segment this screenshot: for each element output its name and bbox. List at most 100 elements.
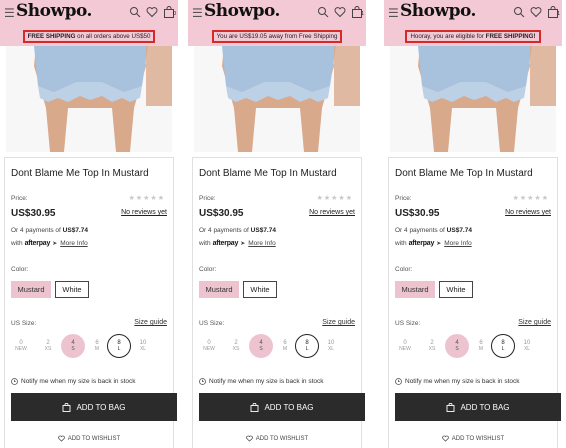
with-label: with [199, 240, 211, 247]
product-title: Dont Blame Me Top In Mustard [11, 168, 149, 179]
add-to-wishlist-button[interactable]: ADD TO WISHLIST [5, 435, 173, 442]
heart-icon [58, 435, 65, 442]
search-icon[interactable] [129, 6, 141, 18]
hamburger-menu-icon[interactable]: ☰ [192, 6, 203, 20]
clock-icon [199, 378, 206, 385]
product-title: Dont Blame Me Top In Mustard [395, 168, 533, 179]
size-code: M [94, 346, 100, 352]
size-option-10[interactable]: 10 XL [515, 334, 539, 358]
size-option-4-selected[interactable]: 4S [61, 334, 85, 358]
size-option-2[interactable]: 2 XS [224, 334, 248, 358]
product-image[interactable] [6, 46, 172, 152]
reviews-link[interactable]: No reviews yet [309, 209, 355, 216]
color-swatch-white[interactable]: White [55, 281, 89, 298]
heart-icon[interactable] [530, 6, 542, 18]
add-to-bag-button[interactable]: ADD TO BAG [199, 393, 365, 421]
size-code: XS [232, 346, 240, 352]
size-code: M [478, 346, 484, 352]
search-icon[interactable] [317, 6, 329, 18]
hamburger-menu-icon[interactable]: ☰ [4, 6, 15, 20]
installments-amount: US$7.74 [250, 227, 276, 234]
product-photo-graphic [6, 46, 172, 152]
color-swatch-white[interactable]: White [439, 281, 473, 298]
size-option-10[interactable]: 10 XL [131, 334, 155, 358]
afterpay-row: with afterpay ➤ More Info [395, 240, 472, 247]
size-option-6[interactable]: 6M [85, 334, 109, 358]
shipping-message: You are US$19.05 away from Free Shipping [211, 30, 343, 43]
size-option-8[interactable]: 8L [491, 334, 515, 358]
price-label: Price: [199, 195, 216, 202]
size-option-6[interactable]: 6M [273, 334, 297, 358]
shopping-bag-button[interactable]: 1 [351, 6, 364, 18]
color-swatch-mustard[interactable]: Mustard [11, 281, 51, 298]
notify-me-option[interactable]: Notify me when my size is back in stock [199, 378, 324, 385]
size-code: L [305, 346, 309, 352]
heart-icon [442, 435, 449, 442]
shipping-message-bold: FREE SHIPPING! [485, 33, 536, 40]
afterpay-arrow-icon: ➤ [240, 241, 246, 247]
size-option-8[interactable]: 8L [107, 334, 131, 358]
color-swatch-mustard[interactable]: Mustard [199, 281, 239, 298]
reviews-link[interactable]: No reviews yet [505, 209, 551, 216]
color-label: Color: [199, 266, 217, 273]
hamburger-menu-icon[interactable]: ☰ [388, 6, 399, 20]
color-label: Color: [395, 266, 413, 273]
notify-me-option[interactable]: Notify me when my size is back in stock [11, 378, 136, 385]
rating-stars-icon: ★★★★★ [316, 195, 353, 202]
product-image[interactable] [194, 46, 360, 152]
heart-icon[interactable] [334, 6, 346, 18]
reviews-link[interactable]: No reviews yet [121, 209, 167, 216]
size-option-4-selected[interactable]: 4S [249, 334, 273, 358]
brand-logo[interactable]: Showpo. [204, 1, 280, 21]
size-option-6[interactable]: 6M [469, 334, 493, 358]
product-title: Dont Blame Me Top In Mustard [199, 168, 337, 179]
color-swatch-white[interactable]: White [243, 281, 277, 298]
heart-icon [246, 435, 253, 442]
size-option-0[interactable]: 0 NEW [197, 334, 221, 358]
more-info-link[interactable]: More Info [60, 240, 87, 247]
more-info-link[interactable]: More Info [444, 240, 471, 247]
size-guide-link[interactable]: Size guide [322, 319, 355, 326]
product-image[interactable] [390, 46, 556, 152]
afterpay-logo: afterpay [212, 240, 239, 247]
size-option-8[interactable]: 8L [295, 334, 319, 358]
shipping-message-bold: FREE SHIPPING [27, 33, 76, 40]
add-to-bag-button[interactable]: ADD TO BAG [395, 393, 561, 421]
heart-icon[interactable] [146, 6, 158, 18]
size-label: US Size: [395, 320, 421, 327]
mobile-screen-2: ☰ Showpo. 1 You are US$19.05 away from F… [188, 0, 366, 448]
add-to-bag-button[interactable]: ADD TO BAG [11, 393, 177, 421]
shopping-bag-button[interactable]: 0 [163, 6, 176, 18]
color-swatch-mustard[interactable]: Mustard [395, 281, 435, 298]
size-option-0[interactable]: 0 NEW [393, 334, 417, 358]
notify-me-option[interactable]: Notify me when my size is back in stock [395, 378, 520, 385]
bag-count: 1 [361, 11, 364, 17]
installments-amount: US$7.74 [446, 227, 472, 234]
size-code: XL [139, 346, 147, 352]
brand-logo[interactable]: Showpo. [400, 1, 476, 21]
size-guide-link[interactable]: Size guide [134, 319, 167, 326]
shopping-bag-button[interactable]: 1 [547, 6, 560, 18]
size-guide-link[interactable]: Size guide [518, 319, 551, 326]
product-price: US$30.95 [11, 208, 56, 219]
more-info-link[interactable]: More Info [248, 240, 275, 247]
notify-text: Notify me when my size is back in stock [209, 378, 324, 385]
shipping-banner: Hooray, you are eligible for FREE SHIPPI… [384, 27, 562, 46]
size-option-4-selected[interactable]: 4S [445, 334, 469, 358]
add-to-wishlist-button[interactable]: ADD TO WISHLIST [389, 435, 557, 442]
with-label: with [11, 240, 23, 247]
add-to-wishlist-button[interactable]: ADD TO WISHLIST [193, 435, 361, 442]
size-option-0[interactable]: 0 NEW [9, 334, 33, 358]
price-label: Price: [11, 195, 28, 202]
size-option-10[interactable]: 10 XL [319, 334, 343, 358]
size-option-2[interactable]: 2 XS [36, 334, 60, 358]
product-price: US$30.95 [199, 208, 244, 219]
size-option-2[interactable]: 2 XS [420, 334, 444, 358]
size-code: S [259, 346, 263, 352]
brand-logo[interactable]: Showpo. [16, 1, 92, 21]
add-to-bag-label: ADD TO BAG [264, 402, 314, 412]
afterpay-row: with afterpay ➤ More Info [199, 240, 276, 247]
color-label: Color: [11, 266, 29, 273]
search-icon[interactable] [513, 6, 525, 18]
clock-icon [11, 378, 18, 385]
